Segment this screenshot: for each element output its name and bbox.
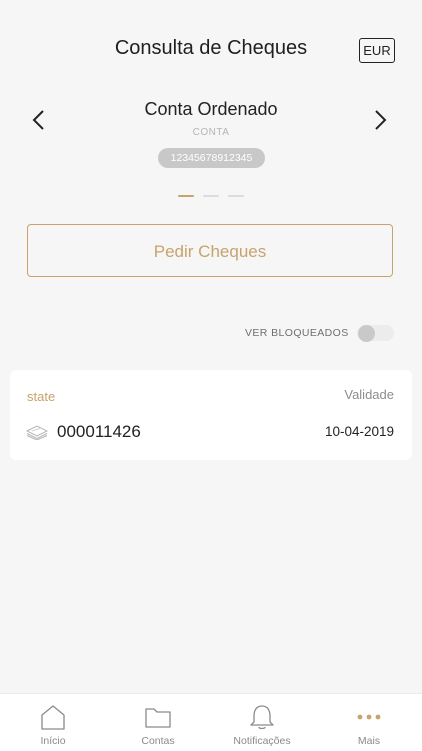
cheque-number: 000011426 xyxy=(57,422,141,441)
tab-more[interactable]: Mais xyxy=(319,694,419,751)
account-type: CONTA xyxy=(192,127,230,138)
currency-selector[interactable]: EUR xyxy=(359,38,395,63)
show-blocked-label: VER BLOQUEADOS xyxy=(245,327,349,339)
cheque-date: 10-04-2019 xyxy=(324,424,394,439)
home-icon xyxy=(41,705,65,730)
show-blocked-toggle[interactable] xyxy=(357,325,394,342)
tab-bar: Início Contas Notificações Mais xyxy=(0,693,422,751)
tab-home-label: Início xyxy=(40,735,66,747)
tab-notifications-label: Notificações xyxy=(233,735,291,747)
bell-icon xyxy=(250,705,274,730)
cheque-state-label: state xyxy=(27,389,56,404)
cheque-book-icon xyxy=(26,425,48,440)
order-cheques-button[interactable]: Pedir Cheques xyxy=(27,224,393,277)
cheque-card[interactable]: state Validade 000011426 10-04-2019 xyxy=(10,370,412,460)
page-dot xyxy=(203,195,219,197)
pagination-dots xyxy=(178,195,244,197)
account-name: Conta Ordenado xyxy=(144,99,278,119)
folder-icon xyxy=(145,708,171,728)
toggle-knob xyxy=(358,325,375,342)
tab-notifications[interactable]: Notificações xyxy=(212,694,312,751)
page-dot xyxy=(228,195,244,197)
more-icon xyxy=(357,714,381,720)
tab-accounts[interactable]: Contas xyxy=(108,694,208,751)
account-number-badge: 12345678912345 xyxy=(158,148,265,168)
page-dot-active xyxy=(178,195,194,197)
validity-label: Validade xyxy=(344,387,394,402)
tab-more-label: Mais xyxy=(357,735,381,747)
tab-accounts-label: Contas xyxy=(141,735,175,747)
tab-home[interactable]: Início xyxy=(3,694,103,751)
